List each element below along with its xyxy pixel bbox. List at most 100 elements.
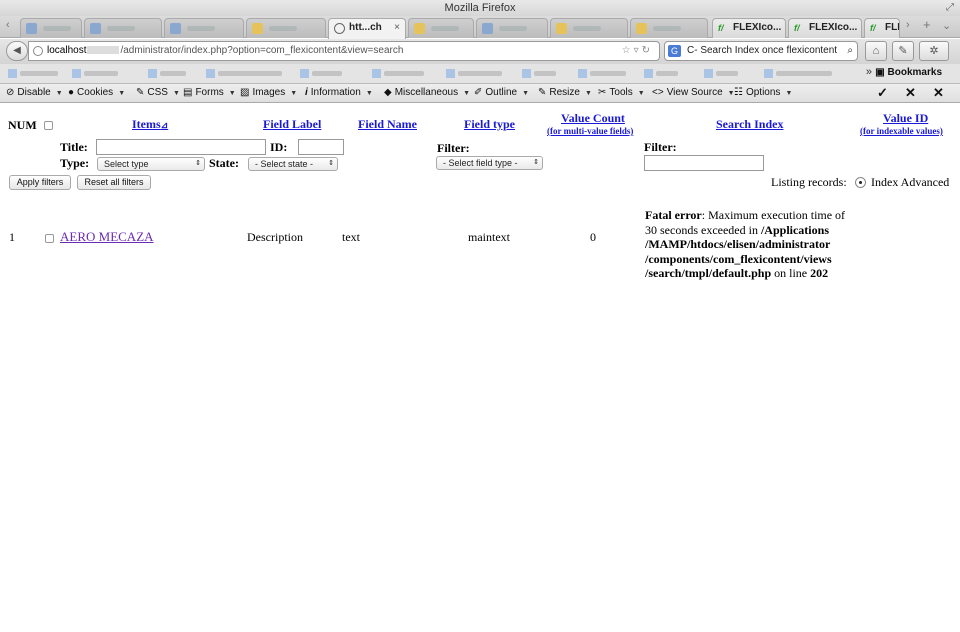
- bookmark-item[interactable]: [300, 69, 344, 78]
- column-header-value-count[interactable]: Value Count: [561, 111, 625, 126]
- tab-active-label: htt...ch: [349, 22, 382, 33]
- bookmark-item[interactable]: [8, 69, 60, 78]
- search-icon[interactable]: ⌕: [847, 42, 853, 60]
- dev-disable-label: Disable: [17, 87, 51, 98]
- dev-options-menu[interactable]: ☷ Options ▼: [734, 87, 792, 98]
- tab-flexicontent-3[interactable]: f/ FLI: [864, 18, 900, 38]
- close-toolbar-icon[interactable]: ✕: [933, 85, 944, 101]
- tab-flexicontent-1[interactable]: f/ FLEXIco...: [712, 18, 786, 38]
- fullscreen-icon[interactable]: ⤢: [946, 0, 954, 16]
- validation-error-icon[interactable]: ✕: [905, 85, 916, 101]
- search-index-filter-input[interactable]: [644, 155, 764, 171]
- url-bar[interactable]: localhost/administrator/index.php?option…: [28, 41, 660, 61]
- bookmark-star-icon[interactable]: ☆: [622, 45, 634, 56]
- state-select[interactable]: - Select state - ⇕: [248, 157, 338, 171]
- column-header-search-index[interactable]: Search Index: [716, 117, 783, 132]
- tab-blurred-2[interactable]: [84, 18, 162, 38]
- column-header-items[interactable]: Items⊿: [132, 117, 168, 132]
- web-developer-toolbar: ⊘ Disable ▼ ● Cookies ▼ ✎ CSS ▼ ▤ Forms ▼ ▨ Image…: [0, 84, 960, 103]
- row-checkbox[interactable]: [45, 234, 54, 243]
- bookmark-item[interactable]: [206, 69, 284, 78]
- dev-outline-menu[interactable]: ✐ Outline ▼: [474, 87, 529, 98]
- tools-button[interactable]: ✎: [892, 41, 914, 61]
- home-button[interactable]: ⌂: [865, 41, 887, 61]
- type-select[interactable]: Select type ⇕: [97, 157, 205, 171]
- extensions-button[interactable]: ✲: [919, 41, 949, 61]
- tabs-scroll-left-icon[interactable]: ‹: [6, 19, 10, 31]
- bookmarks-menu[interactable]: ▣ Bookmarks: [875, 67, 942, 78]
- column-header-field-name[interactable]: Field Name: [358, 117, 417, 132]
- index-advanced-radio[interactable]: [855, 177, 866, 188]
- dev-view-source-menu[interactable]: <> View Source ▼: [652, 87, 735, 98]
- apply-filters-button[interactable]: Apply filters: [9, 175, 71, 190]
- close-tab-icon[interactable]: ×: [394, 19, 400, 37]
- dev-cookies-menu[interactable]: ● Cookies ▼: [68, 87, 125, 98]
- value-id-subtitle[interactable]: (for indexable values): [860, 126, 943, 136]
- dev-miscellaneous-menu[interactable]: ◆ Miscellaneous ▼: [384, 87, 470, 98]
- reload-icon[interactable]: ↻: [642, 45, 653, 56]
- dev-cookies-label: Cookies: [77, 87, 114, 98]
- validation-check-icon[interactable]: ✓: [877, 85, 888, 101]
- reset-filters-button[interactable]: Reset all filters: [77, 175, 151, 190]
- dropdown-arrow-icon: ▼: [228, 90, 236, 97]
- bookmarks-overflow-icon[interactable]: »: [866, 66, 872, 78]
- error-line-text: on line: [771, 266, 811, 280]
- new-tab-icon[interactable]: +: [923, 17, 931, 32]
- dev-disable-menu[interactable]: ⊘ Disable ▼: [6, 87, 63, 98]
- bookmark-item[interactable]: [522, 69, 558, 78]
- id-filter-input[interactable]: [298, 139, 344, 155]
- field-type-select[interactable]: - Select field type - ⇕: [436, 156, 543, 170]
- column-header-value-id[interactable]: Value ID: [883, 111, 928, 126]
- tab-list-icon[interactable]: ⌄: [942, 19, 951, 32]
- dev-miscellaneous-label: Miscellaneous: [394, 87, 459, 98]
- dev-information-menu[interactable]: i Information ▼: [305, 87, 373, 98]
- tabs-scroll-right-icon[interactable]: ›: [906, 19, 910, 31]
- bookmark-item[interactable]: [148, 69, 188, 78]
- gear-icon: ✲: [929, 45, 939, 57]
- value-count-subtitle[interactable]: (for multi-value fields): [547, 126, 633, 136]
- column-header-field-type[interactable]: Field type: [464, 117, 515, 132]
- dev-information-label: Information: [310, 87, 361, 98]
- tab-blurred-6[interactable]: [476, 18, 548, 38]
- site-identity-icon[interactable]: [33, 46, 43, 56]
- tab-flexi-label-3: FLI: [885, 22, 900, 33]
- globe-icon: [334, 23, 345, 34]
- type-filter-label: Type:: [60, 156, 90, 170]
- index-advanced-label: Index Advanced: [871, 175, 950, 189]
- back-button[interactable]: ◀: [6, 41, 28, 61]
- bookmark-item[interactable]: [704, 69, 740, 78]
- dropdown-arrow-icon: ▼: [463, 90, 471, 97]
- history-dropdown-icon[interactable]: ▿: [634, 45, 642, 56]
- search-engine-icon[interactable]: G: [668, 45, 681, 57]
- tab-blurred-8[interactable]: [630, 18, 708, 38]
- dev-tools-menu[interactable]: ✂ Tools ▼: [598, 87, 645, 98]
- item-title-link[interactable]: AERO MECAZA: [60, 229, 154, 245]
- tab-blurred-3[interactable]: [164, 18, 244, 38]
- bookmark-item[interactable]: [446, 69, 504, 78]
- dev-resize-menu[interactable]: ✎ Resize ▼: [538, 87, 592, 98]
- bookmark-item[interactable]: [764, 69, 834, 78]
- tab-blurred-4[interactable]: [246, 18, 326, 38]
- dev-forms-menu[interactable]: ▤ Forms ▼: [183, 87, 236, 98]
- bookmark-item[interactable]: [578, 69, 628, 78]
- tab-flexicontent-2[interactable]: f/ FLEXIco...: [788, 18, 862, 38]
- tab-blurred-5[interactable]: [408, 18, 474, 38]
- folder-icon: [252, 23, 263, 34]
- tab-blurred-7[interactable]: [550, 18, 628, 38]
- column-header-field-label[interactable]: Field Label: [263, 117, 321, 132]
- back-arrow-icon: ◀: [13, 45, 21, 56]
- bookmark-item[interactable]: [72, 69, 120, 78]
- select-all-checkbox[interactable]: [44, 121, 53, 130]
- dev-tools-label: Tools: [609, 87, 633, 98]
- images-icon: ▨: [240, 87, 250, 98]
- bookmark-item[interactable]: [372, 69, 426, 78]
- dev-css-menu[interactable]: ✎ CSS ▼: [136, 87, 180, 98]
- items-header-label: Items: [132, 117, 161, 131]
- tab-active[interactable]: htt...ch ×: [328, 18, 406, 39]
- title-filter-input[interactable]: [96, 139, 266, 155]
- navigation-toolbar: ◀ localhost/administrator/index.php?opti…: [0, 39, 960, 64]
- tab-blurred-1[interactable]: [20, 18, 82, 38]
- bookmark-item[interactable]: [644, 69, 680, 78]
- dev-images-menu[interactable]: ▨ Images ▼: [240, 87, 297, 98]
- search-input[interactable]: G C- Search Index once flexicontent ⌕: [664, 41, 858, 61]
